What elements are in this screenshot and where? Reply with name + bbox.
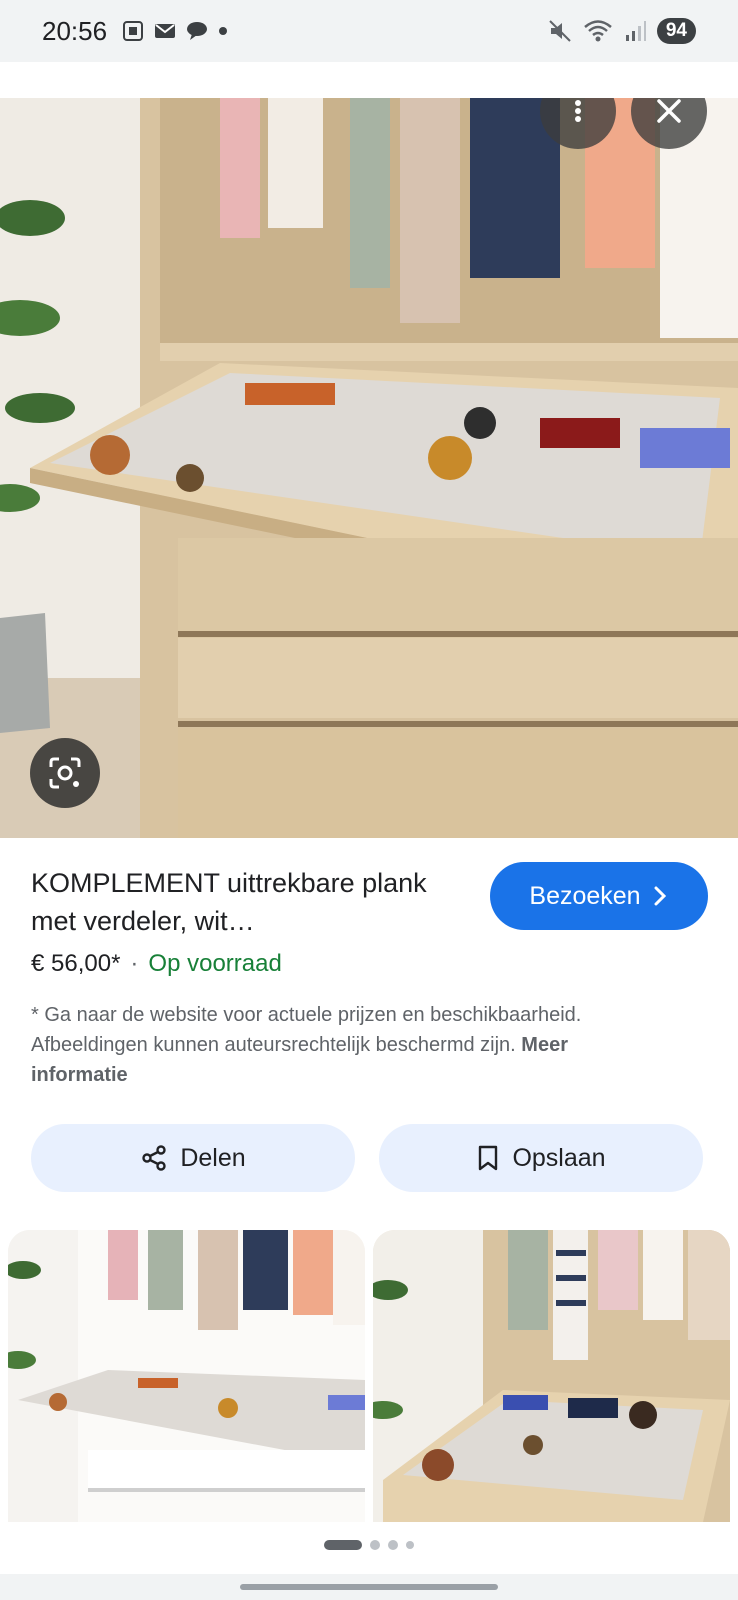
stock-status: Op voorraad: [148, 950, 282, 977]
chevron-right-icon: [654, 886, 666, 906]
header-strip: [0, 62, 738, 98]
pager-dot: [388, 1540, 398, 1550]
related-image-2[interactable]: [373, 1230, 730, 1522]
lens-button[interactable]: [30, 738, 100, 808]
mail-icon: [155, 24, 176, 38]
more-vert-icon: [575, 100, 581, 122]
share-icon: [142, 1145, 167, 1171]
pager-dot-active: [324, 1540, 362, 1550]
pager-dot: [370, 1540, 380, 1550]
close-icon: [657, 99, 681, 123]
navigation-bar: [0, 1574, 738, 1600]
dot-icon: [219, 27, 228, 35]
signal-icon: [625, 21, 646, 41]
share-button-label: Delen: [180, 1143, 246, 1172]
share-button[interactable]: Delen: [31, 1124, 355, 1192]
lens-icon: [49, 757, 81, 789]
product-image[interactable]: [0, 98, 738, 838]
image-pager[interactable]: [0, 1540, 738, 1550]
status-icons-left: [121, 19, 229, 43]
pager-dot: [406, 1541, 414, 1549]
separator: ·: [130, 950, 139, 977]
home-indicator[interactable]: [240, 1584, 498, 1590]
status-bar: 20:56 94: [0, 0, 738, 62]
product-title[interactable]: KOMPLEMENT uittrekbare plank met verdele…: [31, 864, 451, 940]
wifi-icon: [584, 20, 612, 42]
mute-icon: [549, 20, 571, 42]
screenshot-icon: [123, 21, 144, 41]
price: € 56,00*: [31, 950, 121, 977]
save-button-label: Opslaan: [512, 1143, 606, 1172]
price-row: € 56,00* · Op voorraad: [31, 950, 282, 978]
related-image-1[interactable]: [8, 1230, 365, 1522]
related-photo-2: [373, 1230, 730, 1522]
related-images: [0, 1230, 738, 1522]
status-time: 20:56: [42, 15, 108, 46]
visit-button-label: Bezoeken: [529, 881, 641, 910]
related-photo-1: [8, 1230, 365, 1522]
product-photo: [0, 98, 738, 838]
disclaimer: * Ga naar de website voor actuele prijze…: [31, 1000, 651, 1090]
status-icons-right: 94: [547, 18, 696, 44]
bookmark-icon: [479, 1145, 498, 1171]
visit-button[interactable]: Bezoeken: [490, 862, 708, 930]
battery-indicator: 94: [656, 18, 696, 44]
chat-icon: [187, 22, 208, 40]
save-button[interactable]: Opslaan: [379, 1124, 703, 1192]
disclaimer-text: * Ga naar de website voor actuele prijze…: [31, 1004, 582, 1056]
